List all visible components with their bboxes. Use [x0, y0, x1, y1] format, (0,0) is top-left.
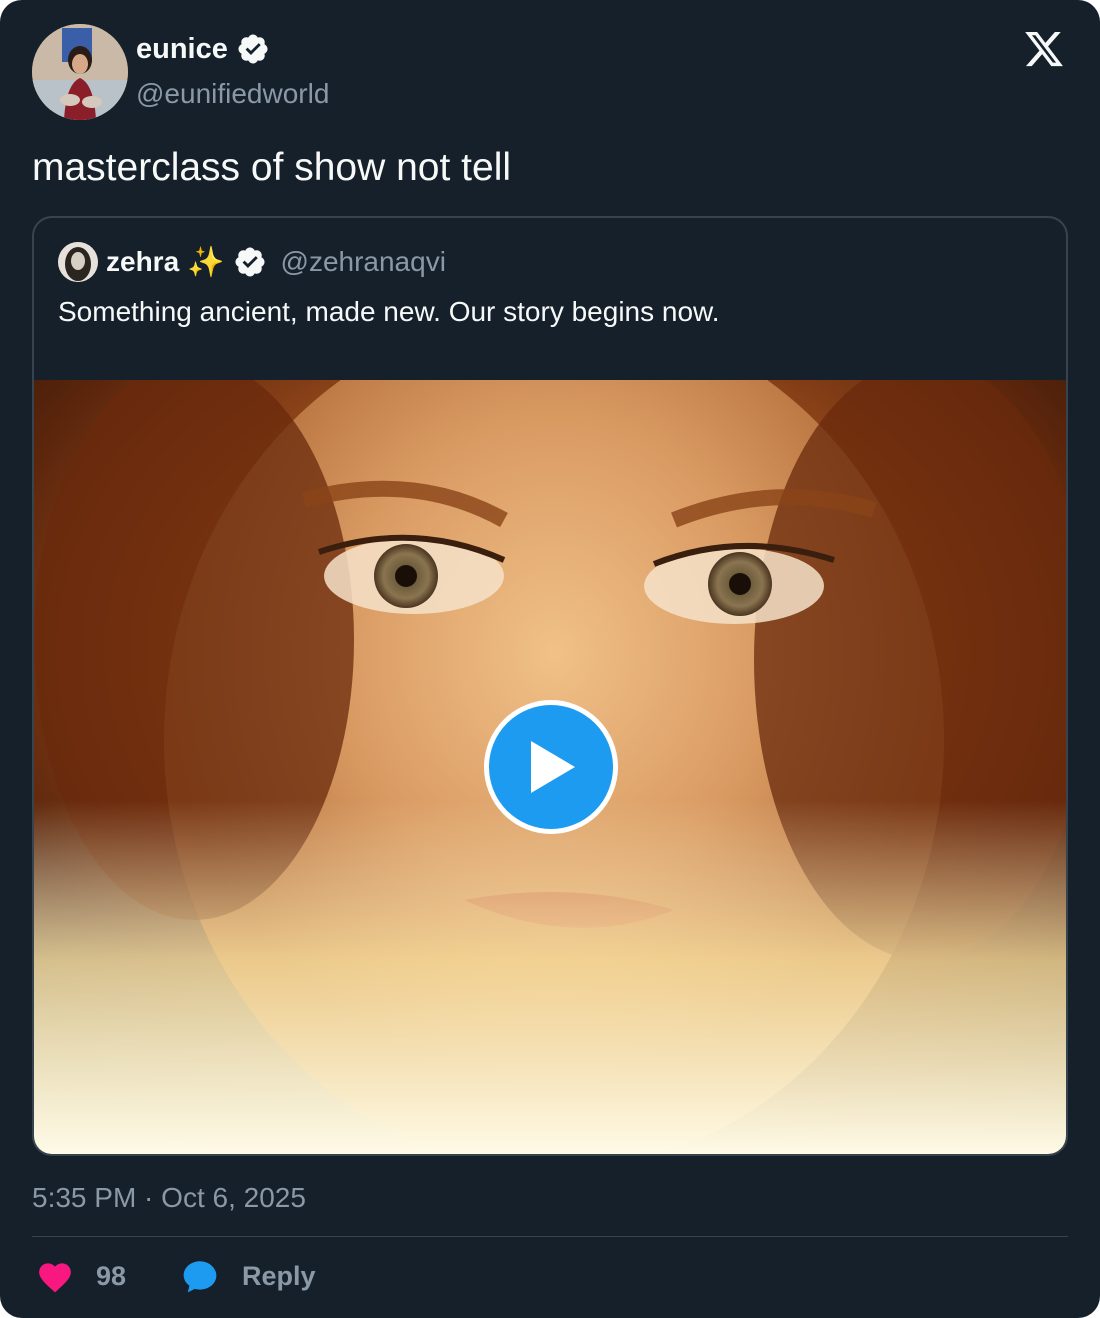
like-count: 98: [96, 1260, 127, 1291]
verified-badge-icon: [238, 34, 268, 64]
play-button[interactable]: [484, 700, 618, 834]
quoted-tweet-header: zehra ✨ @zehranaqvi: [58, 242, 446, 282]
reply-button[interactable]: Reply: [180, 1258, 316, 1294]
divider: [32, 1236, 1068, 1237]
author-handle[interactable]: @eunifiedworld: [136, 78, 329, 110]
quoted-tweet-text: Something ancient, made new. Our story b…: [58, 296, 720, 327]
tweet-actions: 98 Reply: [36, 1258, 316, 1294]
heart-icon: [39, 1263, 71, 1293]
quoted-author-handle[interactable]: @zehranaqvi: [281, 246, 446, 278]
speech-bubble-icon: [183, 1261, 217, 1293]
reply-label: Reply: [242, 1260, 316, 1291]
sparkles-emoji: ✨: [187, 245, 225, 279]
quoted-author-name[interactable]: zehra: [106, 246, 179, 278]
tweet-text: masterclass of show not tell: [32, 146, 512, 189]
video-thumbnail[interactable]: [34, 380, 1066, 1154]
author-avatar[interactable]: [32, 24, 128, 120]
like-button[interactable]: 98: [36, 1258, 126, 1294]
author-name[interactable]: eunice: [136, 32, 270, 66]
tweet-card: eunice @eunifiedworld masterclass of sho…: [0, 0, 1100, 1318]
quoted-author-avatar[interactable]: [58, 242, 98, 282]
quoted-tweet[interactable]: zehra ✨ @zehranaqvi Something ancient, m…: [32, 216, 1068, 1156]
tweet-timestamp[interactable]: 5:35 PM · Oct 6, 2025: [32, 1182, 306, 1214]
author-name-text[interactable]: eunice: [136, 33, 228, 66]
verified-badge-icon: [234, 247, 265, 277]
play-icon: [531, 741, 575, 793]
x-logo-icon[interactable]: [1022, 28, 1066, 70]
